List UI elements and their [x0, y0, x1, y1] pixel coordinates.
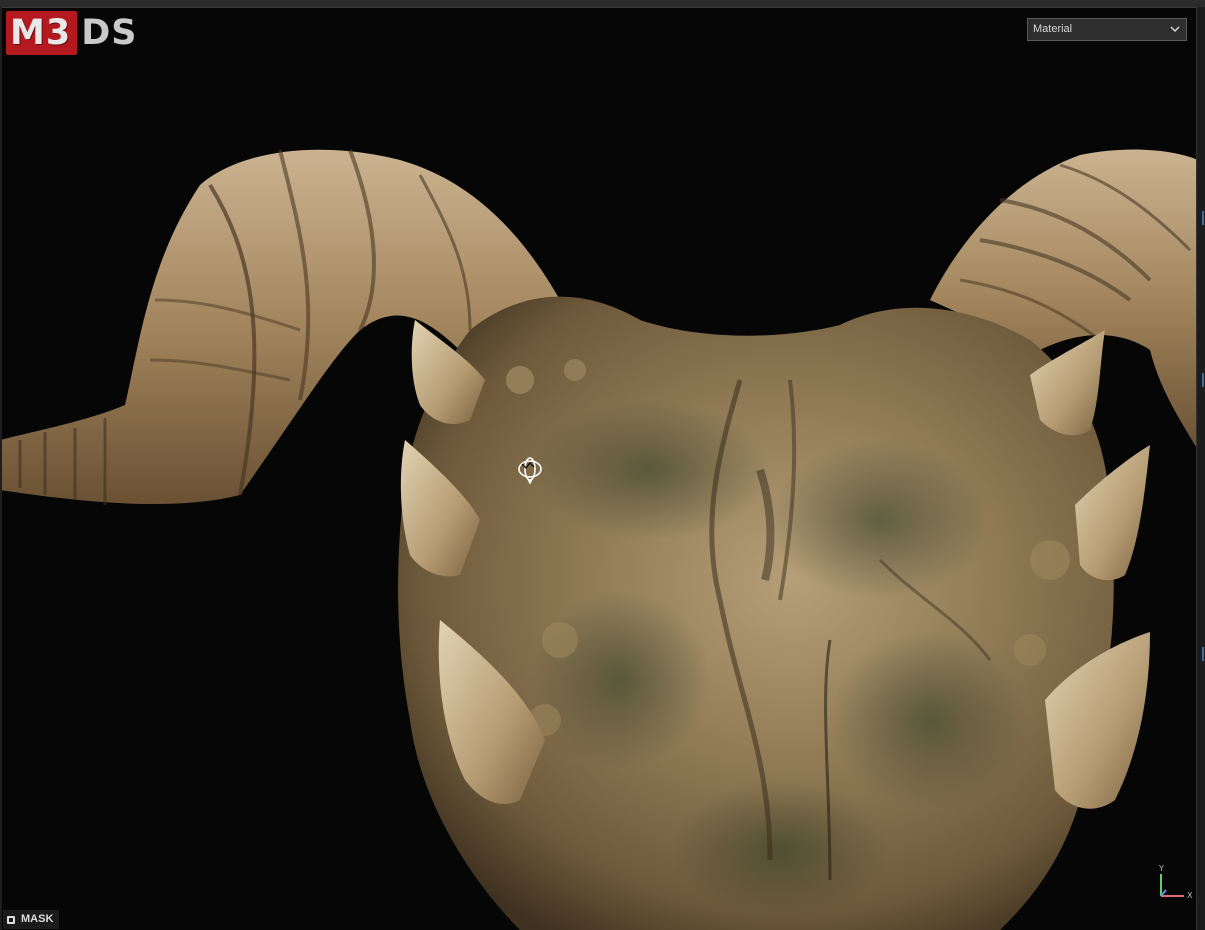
- gizmo-x-label: X: [1187, 891, 1193, 900]
- gizmo-y-label: Y: [1159, 864, 1164, 873]
- logo-text: DS: [81, 13, 138, 53]
- top-toolbar-edge: [0, 0, 1205, 8]
- skull-model[interactable]: [0, 0, 1205, 930]
- mask-button[interactable]: MASK: [3, 910, 60, 929]
- mask-button-label: MASK: [21, 913, 54, 925]
- left-panel-edge: [0, 7, 2, 930]
- right-panel-edge: [1196, 7, 1205, 930]
- logo-mark: M3: [6, 11, 78, 55]
- square-icon: [7, 915, 15, 924]
- rotate-cursor-icon: [518, 457, 542, 485]
- app-logo: M3 DS: [6, 10, 137, 56]
- 3d-viewport[interactable]: M3 DS Material MASK Y X: [0, 0, 1205, 930]
- chevron-down-icon: [1170, 26, 1180, 33]
- scroll-marker: [1202, 647, 1204, 661]
- render-mode-value: Material: [1033, 23, 1073, 35]
- skull-body: [398, 296, 1114, 930]
- axis-gizmo: Y X: [1152, 862, 1196, 906]
- render-mode-select[interactable]: Material: [1027, 18, 1187, 41]
- scroll-marker: [1202, 211, 1204, 225]
- scroll-marker: [1202, 373, 1204, 387]
